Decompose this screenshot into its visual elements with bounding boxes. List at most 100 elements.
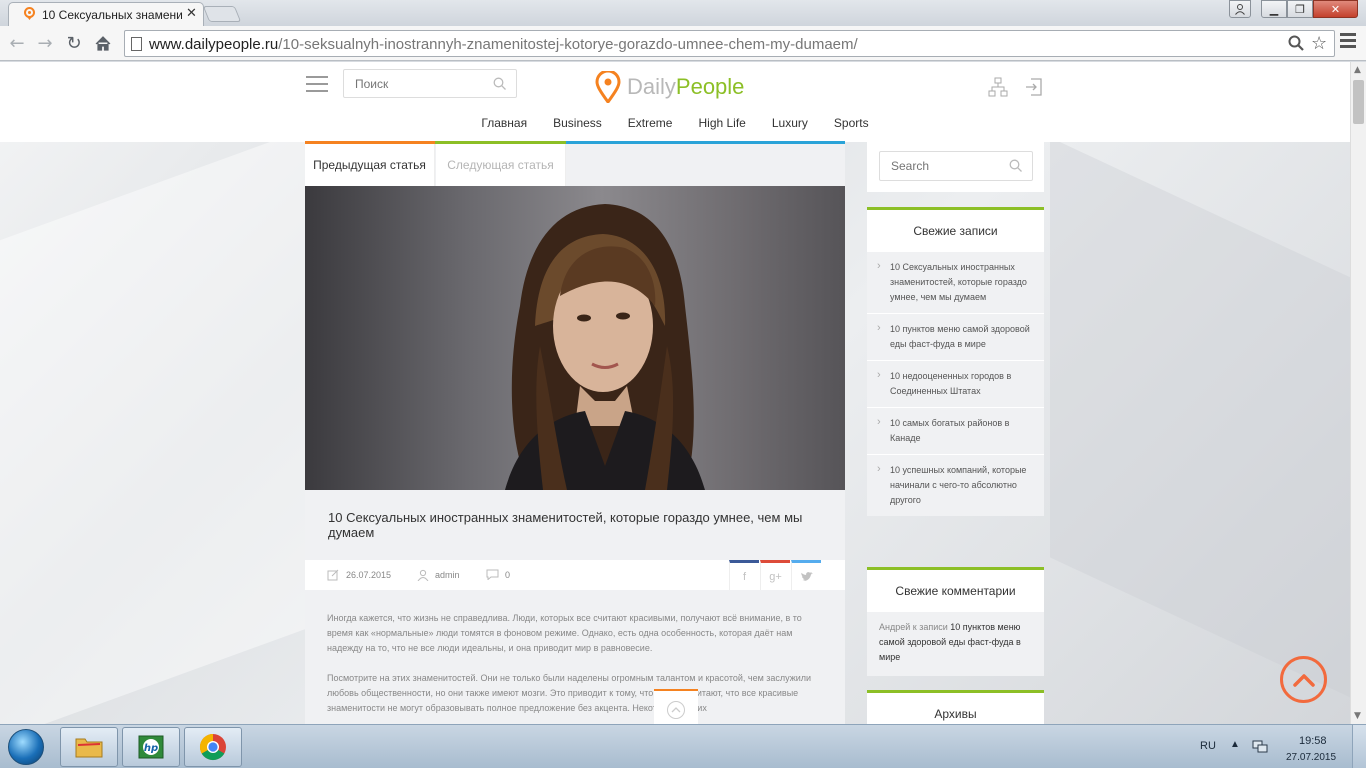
recent-post-link[interactable]: 10 успешных компаний, которые начинали с… (867, 455, 1044, 516)
scroll-down-arrow-icon[interactable]: ▼ (1354, 711, 1361, 721)
facebook-icon: f (742, 570, 747, 583)
bookmark-star-icon[interactable]: ☆ (1311, 33, 1327, 54)
comment-icon (486, 569, 499, 580)
article-author[interactable]: admin (435, 570, 460, 580)
taskbar-app-explorer[interactable] (60, 727, 118, 767)
recent-post-link[interactable]: 10 Сексуальных иностранных знаменитостей… (867, 252, 1044, 314)
minimize-button[interactable]: ▁ (1261, 0, 1287, 18)
home-icon[interactable] (90, 30, 116, 56)
chrome-icon (199, 733, 226, 761)
tab-strip: 10 Сексуальных знамени ✕ ▁ ❐ ✕ (0, 0, 1366, 26)
sidebar-search-widget (867, 141, 1044, 192)
close-window-button[interactable]: ✕ (1313, 0, 1358, 18)
url-text: www.dailypeople.ru/10-seksualnyh-inostra… (149, 36, 858, 53)
sidebar-search[interactable] (879, 151, 1033, 181)
reload-icon[interactable]: ↻ (61, 30, 87, 56)
browser-tab[interactable]: 10 Сексуальных знамени ✕ (8, 2, 204, 26)
twitter-share-button[interactable] (791, 560, 821, 590)
article-comment-count[interactable]: 0 (505, 570, 510, 580)
widget-title: Свежие комментарии (867, 570, 1044, 612)
taskbar-app-chrome[interactable] (184, 727, 242, 767)
location-pin-logo-icon (595, 71, 621, 103)
restore-button[interactable]: ❐ (1287, 0, 1313, 18)
logo-text-daily: Daily (627, 74, 676, 99)
user-profile-icon[interactable] (1229, 0, 1251, 18)
recent-post-link[interactable]: 10 самых богатых районов в Канаде (867, 408, 1044, 455)
previous-article-link[interactable]: Предыдущая статья (305, 144, 435, 186)
page-scrollbar[interactable]: ▲ ▼ (1350, 62, 1366, 724)
address-bar[interactable]: www.dailypeople.ru/10-seksualnyh-inostra… (124, 30, 1335, 57)
forward-arrow-icon[interactable]: → (32, 30, 58, 56)
widget-title: Свежие записи (867, 210, 1044, 252)
back-to-top-button[interactable] (1280, 656, 1327, 703)
page-viewport: DailyPeople Главная Business Extreme High L… (0, 62, 1350, 724)
background-shape (1050, 137, 1350, 707)
login-icon[interactable] (1024, 77, 1044, 97)
windows-logo-icon (8, 729, 44, 765)
nav-item-sports[interactable]: Sports (834, 116, 869, 130)
article-paragraph: Иногда кажется, что жизнь не справедлива… (327, 613, 802, 653)
article-meta: 26.07.2015 admin 0 f g+ (305, 560, 845, 590)
tab-close-icon[interactable]: ✕ (186, 6, 197, 21)
widget-title: Архивы (867, 693, 1044, 724)
chevron-up-icon (1292, 673, 1315, 687)
search-zoom-icon[interactable] (1288, 35, 1304, 55)
recent-comments-widget: Свежие комментарии Андрей к записи 10 пу… (867, 567, 1044, 676)
recent-post-link[interactable]: 10 пунктов меню самой здоровой еды фаст-… (867, 314, 1044, 361)
show-hidden-icons-icon[interactable]: ▲ (1230, 739, 1240, 750)
facebook-share-button[interactable]: f (729, 560, 759, 590)
article-title: 10 Сексуальных иностранных знаменитостей… (328, 510, 803, 540)
comment-connector: к записи (912, 622, 948, 632)
nav-item-business[interactable]: Business (553, 116, 602, 130)
nav-item-high-life[interactable]: High Life (698, 116, 745, 130)
user-icon (417, 569, 429, 581)
article-featured-image (305, 186, 845, 490)
folder-icon (75, 738, 103, 758)
main-navigation: Главная Business Extreme High Life Luxury Spo… (0, 116, 1350, 130)
hamburger-menu-icon[interactable] (306, 76, 328, 92)
search-icon[interactable] (1009, 159, 1022, 172)
archives-widget: Архивы (867, 690, 1044, 724)
sitemap-icon[interactable] (988, 77, 1008, 97)
nav-item-luxury[interactable]: Luxury (772, 116, 808, 130)
site-logo[interactable]: DailyPeople (595, 70, 744, 104)
nav-item-home[interactable]: Главная (481, 116, 527, 130)
scroll-up-tab[interactable] (654, 689, 698, 724)
chevron-up-icon (667, 701, 685, 719)
back-arrow-icon[interactable]: ← (4, 30, 30, 56)
sidebar-search-input[interactable] (891, 159, 1011, 173)
tab-title: 10 Сексуальных знамени (42, 8, 183, 22)
start-button[interactable] (3, 727, 49, 767)
network-icon[interactable] (1252, 740, 1268, 754)
taskbar-app-hp[interactable]: hp (122, 727, 180, 767)
recent-post-link[interactable]: 10 недооцененных городов в Соединенных Ш… (867, 361, 1044, 408)
header-search[interactable] (343, 69, 517, 98)
chrome-menu-icon[interactable] (1340, 33, 1356, 49)
language-indicator[interactable]: RU (1200, 740, 1216, 752)
article: Предыдущая статья Следующая статья 10 Се… (305, 141, 845, 724)
article-date: 26.07.2015 (346, 570, 392, 580)
scrollbar-thumb[interactable] (1353, 80, 1364, 124)
page-icon (131, 37, 142, 51)
scroll-up-arrow-icon[interactable]: ▲ (1354, 65, 1361, 75)
logo-text-people: People (675, 74, 745, 99)
edit-icon (327, 569, 339, 581)
windows-taskbar: hp RU ▲ 19:58 27.07.2015 (0, 724, 1366, 768)
background-shape (0, 123, 320, 724)
comment-author: Андрей (879, 622, 911, 632)
header-search-input[interactable] (355, 77, 475, 91)
new-tab-button[interactable] (202, 6, 242, 22)
color-strip (566, 141, 845, 144)
show-desktop-button[interactable] (1352, 725, 1366, 768)
site-header: DailyPeople Главная Business Extreme High L… (0, 62, 1350, 142)
clock-date[interactable]: 27.07.2015 (1286, 752, 1336, 763)
browser-toolbar: ← → ↻ www.dailypeople.ru/10-seksualnyh-i… (0, 26, 1366, 61)
location-pin-icon (24, 7, 35, 20)
next-article-link[interactable]: Следующая статья (436, 144, 566, 186)
nav-item-extreme[interactable]: Extreme (628, 116, 673, 130)
search-icon[interactable] (493, 77, 506, 90)
recent-comment: Андрей к записи 10 пунктов меню самой зд… (867, 612, 1044, 673)
googleplus-share-button[interactable]: g+ (760, 560, 790, 590)
clock-time[interactable]: 19:58 (1299, 735, 1327, 747)
article-paragraph: Посмотрите на этих знаменитостей. Они не… (327, 673, 812, 713)
